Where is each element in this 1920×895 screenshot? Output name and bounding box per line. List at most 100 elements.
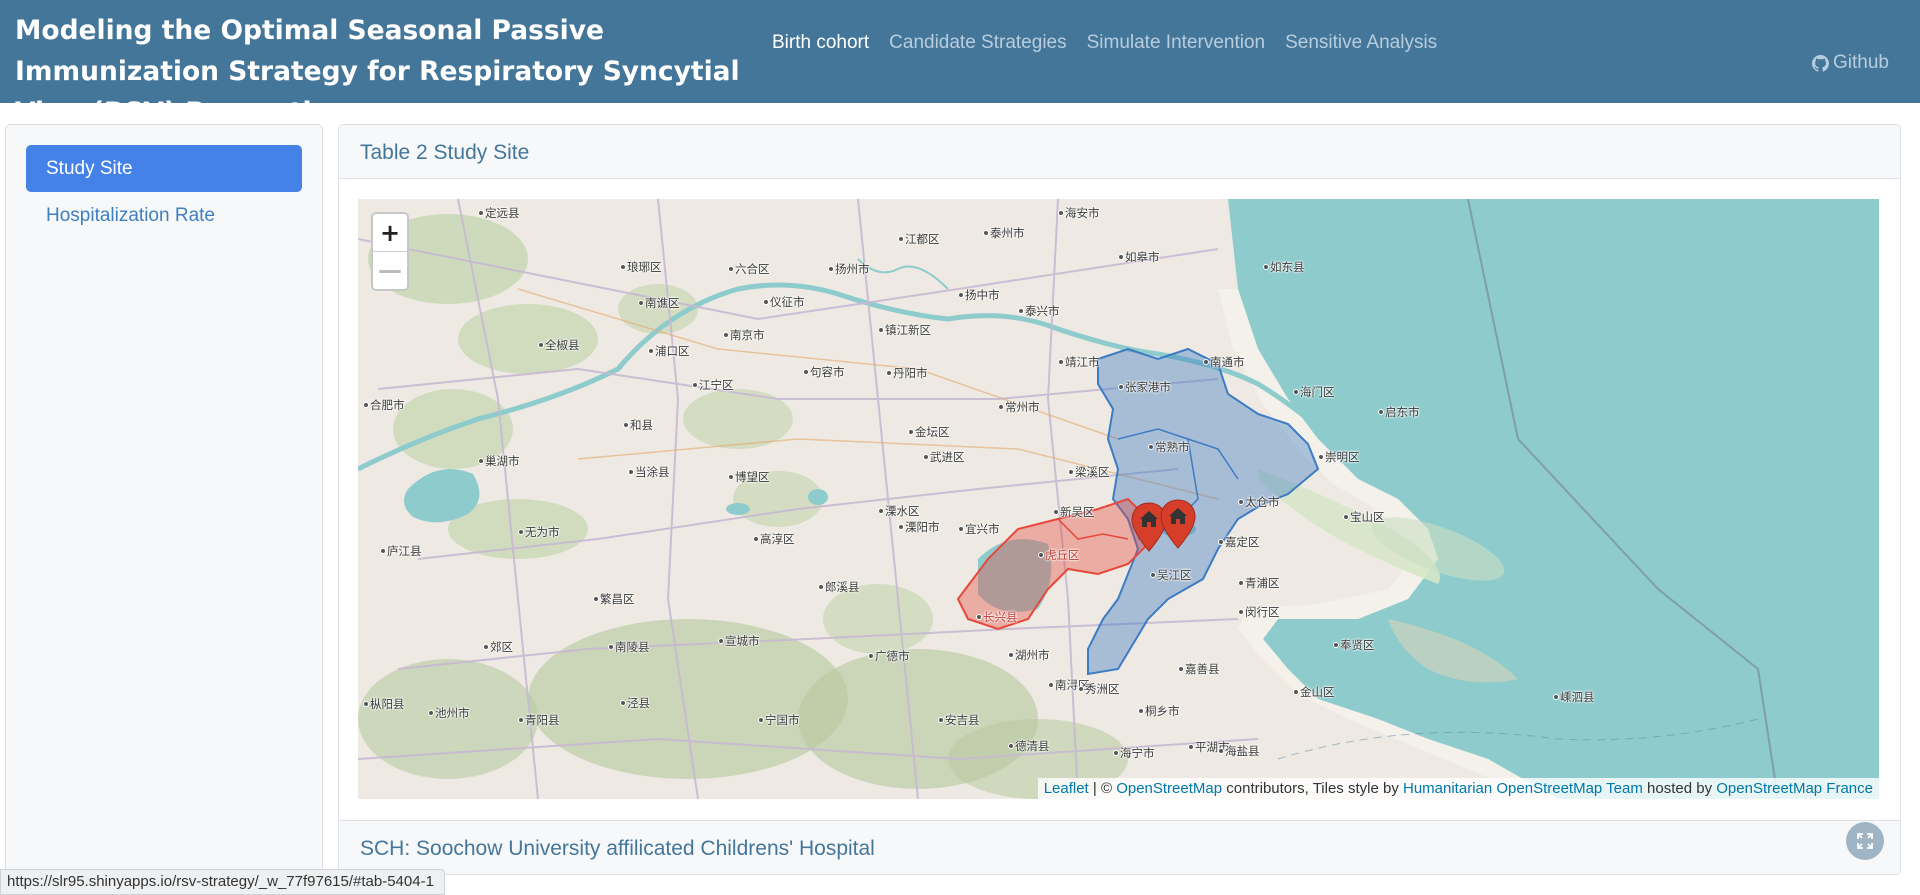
map-label: 泰兴市 <box>1018 303 1060 319</box>
map-label: 郊区 <box>483 639 513 655</box>
map-label: 南京市 <box>723 327 765 343</box>
map-label: 溧阳市 <box>898 519 940 535</box>
map-label: 青阳县 <box>518 712 560 728</box>
map-label: 嵊泗县 <box>1553 689 1595 705</box>
map-label: 安吉县 <box>938 712 980 728</box>
map-label: 当涂县 <box>628 464 670 480</box>
map-label: 高淳区 <box>753 531 795 547</box>
map-label: 海盐县 <box>1218 743 1260 759</box>
github-link[interactable]: Github <box>1812 49 1889 77</box>
map-label: 江宁区 <box>692 377 734 393</box>
map-label: 桐乡市 <box>1138 703 1180 719</box>
map-label: 南谯区 <box>638 295 680 311</box>
nav-tab-sensitive-analysis[interactable]: Sensitive Analysis <box>1285 29 1437 57</box>
sidebar: Study Site Hospitalization Rate <box>5 124 323 895</box>
map-label: 无为市 <box>518 524 560 540</box>
map-label: 如皋市 <box>1118 249 1160 265</box>
map-label: 梁溪区 <box>1068 464 1110 480</box>
map-label: 泾县 <box>620 695 650 711</box>
map-label: 繁昌区 <box>593 591 635 607</box>
map-label: 吴江区 <box>1150 567 1192 583</box>
github-label: Github <box>1833 52 1889 73</box>
map-label: 长兴县 <box>976 609 1018 625</box>
nav-tab-candidate-strategies[interactable]: Candidate Strategies <box>889 29 1066 57</box>
map-label: 靖江市 <box>1058 354 1100 370</box>
map-label: 张家港市 <box>1118 379 1171 395</box>
map-label: 嘉善县 <box>1178 661 1220 677</box>
map-label: 常州市 <box>998 399 1040 415</box>
status-url: https://slr95.shinyapps.io/rsv-strategy/… <box>0 869 445 895</box>
map-label: 宝山区 <box>1343 509 1385 525</box>
map-label: 太仓市 <box>1238 494 1280 510</box>
nav-links: Birth cohort Candidate Strategies Simula… <box>772 29 1457 57</box>
map-label: 湖州市 <box>1008 647 1050 663</box>
map-label: 池州市 <box>428 705 470 721</box>
map-label: 南通市 <box>1203 354 1245 370</box>
hospital-marker[interactable] <box>1159 499 1197 549</box>
map-label: 南陵县 <box>608 639 650 655</box>
map-label: 溧水区 <box>878 503 920 519</box>
card-header: Table 2 Study Site <box>339 125 1900 179</box>
card-footer-text: SCH: Soochow University affilicated Chil… <box>360 837 875 860</box>
map-label: 全椒县 <box>538 337 580 353</box>
map-label: 金坛区 <box>908 424 950 440</box>
nav-tab-simulate-intervention[interactable]: Simulate Intervention <box>1087 29 1266 57</box>
map-base <box>358 199 1879 799</box>
leaflet-map[interactable]: 定远县 海安市 江都区 泰州市 如皋市 如东县 琅琊区 六合区 扬州市 南谯区 … <box>358 199 1879 799</box>
map-label: 丹阳市 <box>886 365 928 381</box>
sidebar-item-study-site[interactable]: Study Site <box>26 145 302 192</box>
expand-button[interactable] <box>1846 822 1884 860</box>
map-label: 琅琊区 <box>620 259 662 275</box>
app-title[interactable]: Modeling the Optimal Seasonal Passive Im… <box>15 10 755 133</box>
github-icon <box>1812 54 1829 72</box>
map-label: 扬州市 <box>828 261 870 277</box>
map-label: 庐江县 <box>380 543 422 559</box>
map-label: 海安市 <box>1058 205 1100 221</box>
nav-tab-birth-cohort[interactable]: Birth cohort <box>772 29 869 57</box>
map-label: 六合区 <box>728 261 770 277</box>
zoom-control: + — <box>371 212 409 291</box>
map-label: 合肥市 <box>363 397 405 413</box>
map-label: 奉贤区 <box>1333 637 1375 653</box>
osm-link[interactable]: OpenStreetMap <box>1116 780 1222 797</box>
map-label: 镇江新区 <box>878 322 931 338</box>
map-label: 枞阳县 <box>363 696 405 712</box>
attribution-hosted-text: hosted by <box>1642 780 1717 797</box>
map-label: 宜兴市 <box>958 521 1000 537</box>
map-attribution: Leaflet | © OpenStreetMap contributors, … <box>1037 778 1879 799</box>
sidebar-item-hospitalization-rate[interactable]: Hospitalization Rate <box>26 192 302 239</box>
map-label: 常熟市 <box>1148 439 1190 455</box>
map-label: 仪征市 <box>763 294 805 310</box>
map-label: 扬中市 <box>958 287 1000 303</box>
map-label: 泰州市 <box>983 225 1025 241</box>
map-label: 郎溪县 <box>818 579 860 595</box>
attribution-text: contributors, Tiles style by <box>1222 780 1403 797</box>
map-label: 青浦区 <box>1238 575 1280 591</box>
map-label: 闵行区 <box>1238 604 1280 620</box>
map-label: 海门区 <box>1293 384 1335 400</box>
map-label: 海宁市 <box>1113 745 1155 761</box>
expand-icon <box>1857 833 1873 849</box>
map-label: 嘉定区 <box>1218 534 1260 550</box>
zoom-out-button[interactable]: — <box>373 251 407 288</box>
map-label: 江都区 <box>898 231 940 247</box>
map-label: 金山区 <box>1293 684 1335 700</box>
map-label: 武进区 <box>923 449 965 465</box>
map-label: 宁国市 <box>758 712 800 728</box>
map-label: 浦口区 <box>648 343 690 359</box>
hot-link[interactable]: Humanitarian OpenStreetMap Team <box>1403 780 1643 797</box>
map-label: 德清县 <box>1008 738 1050 754</box>
map-label: 崇明区 <box>1318 449 1360 465</box>
map-label: 句容市 <box>803 364 845 380</box>
map-label: 启东市 <box>1378 404 1420 420</box>
map-label: 秀洲区 <box>1078 681 1120 697</box>
leaflet-link[interactable]: Leaflet <box>1044 780 1089 797</box>
attribution-separator: | © <box>1088 780 1117 797</box>
map-label: 如东县 <box>1263 259 1305 275</box>
map-label: 定远县 <box>478 205 520 221</box>
zoom-in-button[interactable]: + <box>373 214 407 251</box>
map-label: 广德市 <box>868 648 910 664</box>
osmfr-link[interactable]: OpenStreetMap France <box>1716 780 1873 797</box>
map-label: 新吴区 <box>1053 504 1095 520</box>
map-label: 虎丘区 <box>1038 547 1080 563</box>
